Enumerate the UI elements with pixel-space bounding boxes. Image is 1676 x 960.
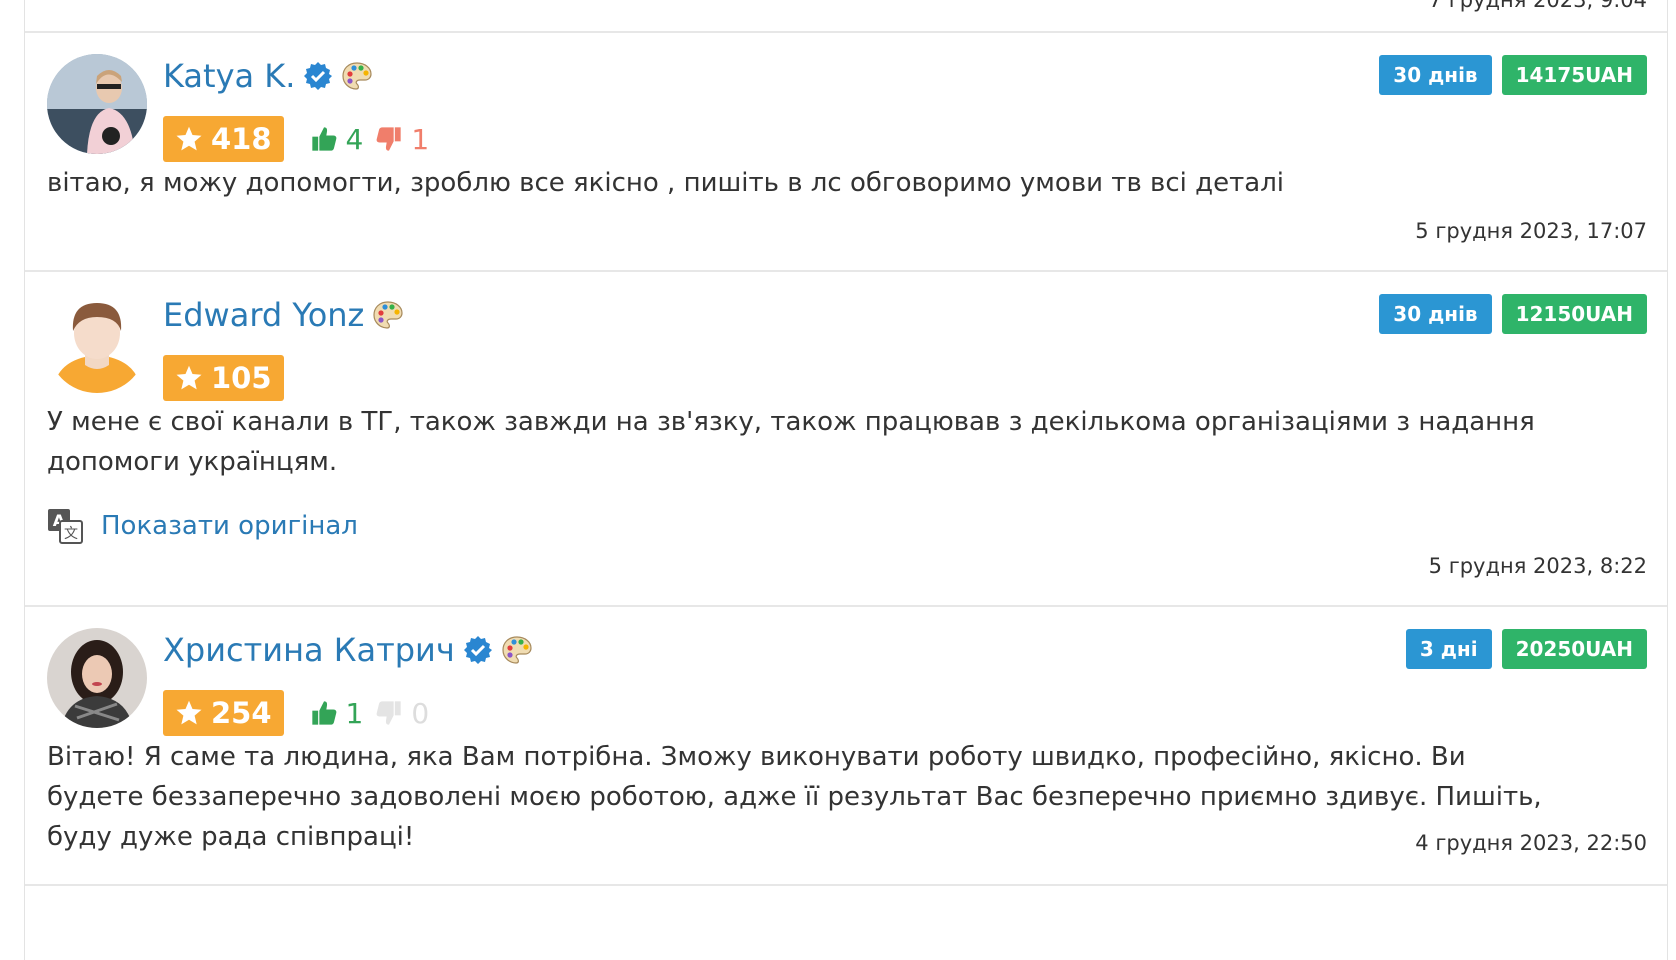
bid-date: 5 грудня 2023, 8:22 bbox=[1428, 554, 1647, 578]
rating-badge: 105 bbox=[163, 355, 284, 401]
rating-value: 418 bbox=[211, 122, 272, 156]
star-icon bbox=[176, 365, 202, 390]
dislikes-count: 0 bbox=[411, 696, 430, 730]
rating-value: 105 bbox=[211, 361, 272, 395]
user-name-link[interactable]: Katya K. bbox=[163, 57, 295, 95]
thumbs-up-icon bbox=[311, 701, 336, 725]
show-original-link[interactable]: Показати оригінал bbox=[101, 511, 358, 541]
avatar[interactable] bbox=[47, 54, 147, 154]
bid-text: вітаю, я можу допомогти, зроблю все якіс… bbox=[47, 168, 1285, 198]
palette-icon bbox=[341, 60, 373, 92]
likes-count: 1 bbox=[345, 696, 364, 730]
avatar[interactable] bbox=[47, 293, 147, 393]
divider bbox=[25, 884, 1667, 886]
thumbs-up-icon bbox=[311, 127, 336, 151]
translate-icon: A 文 bbox=[48, 509, 83, 544]
term-badge: 3 дні bbox=[1405, 629, 1492, 669]
verified-icon bbox=[463, 635, 493, 665]
bid-item: Edward Yonz 105 30 днів 12150UAH У мене … bbox=[25, 272, 1667, 605]
term-badge: 30 днів bbox=[1379, 294, 1492, 334]
thumbs-down-icon bbox=[376, 127, 402, 151]
thumbs-down-icon bbox=[376, 701, 402, 725]
bid-text: Вітаю! Я саме та людина, яка Вам потрібн… bbox=[47, 742, 1542, 852]
rating-badge: 254 bbox=[163, 690, 284, 736]
price-badge: 20250UAH bbox=[1501, 629, 1647, 669]
bid-date: 7 грудня 2023, 9:04 bbox=[1428, 0, 1647, 12]
reviews-summary: 1 0 bbox=[310, 696, 430, 730]
bid-date: 4 грудня 2023, 22:50 bbox=[1415, 831, 1647, 855]
likes-count: 4 bbox=[345, 122, 364, 156]
rating-badge: 418 bbox=[163, 116, 284, 162]
price-badge: 12150UAH bbox=[1501, 294, 1647, 334]
bid-text: У мене є свої канали в ТГ, також завжди … bbox=[47, 407, 1535, 477]
reviews-summary: 4 1 bbox=[310, 122, 430, 156]
avatar[interactable] bbox=[47, 628, 147, 728]
user-name-link[interactable]: Edward Yonz bbox=[163, 296, 364, 334]
bid-item: Katya K. 418 4 1 30 днів 14175UAH вітаю,… bbox=[25, 33, 1667, 270]
term-badge: 30 днів bbox=[1379, 55, 1492, 95]
bids-feed: 7 грудня 2023, 9:04 Katya K. 418 4 1 30 … bbox=[24, 0, 1668, 960]
bid-item: Христина Катрич 254 1 0 3 дні 20250UAH В… bbox=[25, 607, 1667, 884]
palette-icon bbox=[372, 299, 404, 331]
price-badge: 14175UAH bbox=[1501, 55, 1647, 95]
rating-value: 254 bbox=[211, 696, 272, 730]
svg-text:文: 文 bbox=[64, 526, 78, 542]
star-icon bbox=[176, 126, 202, 151]
user-name-link[interactable]: Христина Катрич bbox=[163, 631, 455, 669]
bid-date: 5 грудня 2023, 17:07 bbox=[1415, 219, 1647, 243]
dislikes-count: 1 bbox=[411, 122, 430, 156]
star-icon bbox=[176, 700, 202, 725]
verified-icon bbox=[303, 61, 333, 91]
palette-icon bbox=[501, 634, 533, 666]
